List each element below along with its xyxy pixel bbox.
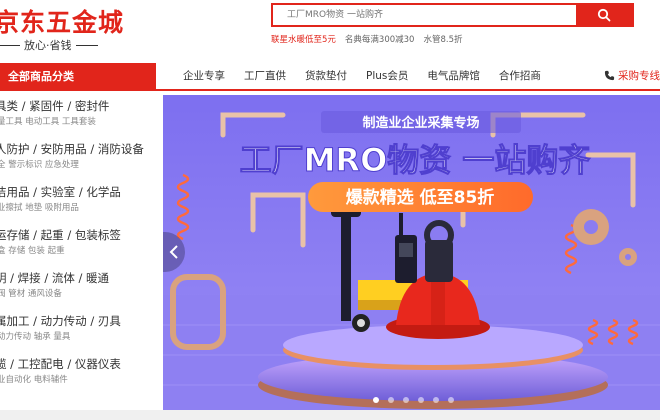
category-subitems[interactable]: 量工具 电动工具 工具套装	[0, 117, 156, 128]
category-title[interactable]: 人防护 / 安防用品 / 消防设备	[0, 142, 156, 157]
banner-subtitle: 制造业企业采集专场	[362, 115, 479, 131]
nav-item-payment-advance[interactable]: 货款垫付	[305, 68, 347, 83]
category-title[interactable]: 明 / 焊接 / 流体 / 暖通	[0, 271, 156, 286]
category-title[interactable]: 运存储 / 起重 / 包装标签	[0, 228, 156, 243]
category-item[interactable]: 运存储 / 起重 / 包装标签 盒 存储 包装 起重	[0, 220, 156, 263]
nav-item-enterprise[interactable]: 企业专享	[183, 68, 225, 83]
search-icon	[597, 8, 611, 22]
banner-dot[interactable]	[448, 397, 454, 403]
category-subitems[interactable]: 业自动化 电料辅件	[0, 375, 156, 386]
banner-dot[interactable]	[373, 397, 379, 403]
banner-headline: 工厂MRO物资 一站购齐	[240, 141, 591, 179]
nav-item-partnership[interactable]: 合作招商	[499, 68, 541, 83]
category-subitems[interactable]: 业擦拭 地垫 吸附用品	[0, 203, 156, 214]
category-item[interactable]: 明 / 焊接 / 流体 / 暖通 阀 管材 通风设备	[0, 263, 156, 306]
slogan-line-right	[75, 44, 98, 46]
hot-word-link[interactable]: 水管8.5折	[423, 33, 462, 45]
chevron-left-icon	[169, 245, 178, 259]
category-subitems[interactable]: 盒 存储 包装 起重	[0, 246, 156, 257]
banner-pagination	[373, 397, 454, 403]
banner-promo: 爆款精选 低至85折	[346, 187, 495, 208]
promo-banner[interactable]: 制造业企业采集专场 工厂MRO物资 一站购齐 爆款精选 低至85折	[163, 95, 660, 410]
nav-item-electrical-brands[interactable]: 电气品牌馆	[427, 68, 480, 83]
slogan-line-left	[0, 44, 20, 46]
nav-item-plus-member[interactable]: Plus会员	[366, 68, 408, 83]
hot-word-link[interactable]: 联星水暖低至5元	[271, 33, 336, 45]
category-item[interactable]: 人防护 / 安防用品 / 消防设备 全 警示标识 应急处理	[0, 134, 156, 177]
phone-icon	[604, 70, 615, 81]
category-title[interactable]: 属加工 / 动力传动 / 刃具	[0, 314, 156, 329]
purchase-hotline[interactable]: 采购专线	[604, 68, 660, 83]
banner-dot[interactable]	[388, 397, 394, 403]
slogan-text: 放心·省钱	[24, 39, 72, 52]
category-subitems[interactable]: 全 警示标识 应急处理	[0, 160, 156, 171]
banner-dot[interactable]	[418, 397, 424, 403]
category-item[interactable]: 属加工 / 动力传动 / 刃具 动力传动 轴承 量具	[0, 306, 156, 349]
category-title[interactable]: 具类 / 紧固件 / 密封件	[0, 99, 156, 114]
slogan: 放心·省钱	[0, 37, 98, 53]
category-item[interactable]: 具类 / 紧固件 / 密封件 量工具 电动工具 工具套装	[0, 91, 156, 134]
category-title[interactable]: 缆 / 工控配电 / 仪器仪表	[0, 357, 156, 372]
category-item[interactable]: 洁用品 / 实验室 / 化学品 业擦拭 地垫 吸附用品	[0, 177, 156, 220]
search-box	[271, 3, 634, 27]
main-nav: 企业专享 工厂直供 货款垫付 Plus会员 电气品牌馆 合作招商	[183, 68, 560, 83]
hot-words: 联星水暖低至5元 名典每满300减30 水管8.5折	[271, 33, 463, 45]
search-button[interactable]	[576, 5, 632, 25]
category-subitems[interactable]: 阀 管材 通风设备	[0, 289, 156, 300]
category-title[interactable]: 洁用品 / 实验室 / 化学品	[0, 185, 156, 200]
horizontal-scrollbar[interactable]	[0, 410, 660, 420]
banner-dot[interactable]	[433, 397, 439, 403]
nav-item-factory-direct[interactable]: 工厂直供	[244, 68, 286, 83]
banner-illustration: 制造业企业采集专场 工厂MRO物资 一站购齐 爆款精选 低至85折	[163, 95, 660, 410]
purchase-hotline-label: 采购专线	[618, 70, 660, 82]
category-sidebar: 具类 / 紧固件 / 密封件 量工具 电动工具 工具套装 人防护 / 安防用品 …	[0, 91, 156, 420]
site-logo[interactable]: 京东五金城	[0, 3, 124, 39]
hot-word-link[interactable]: 名典每满300减30	[345, 33, 415, 45]
search-input[interactable]	[273, 5, 576, 25]
banner-dot[interactable]	[403, 397, 409, 403]
category-subitems[interactable]: 动力传动 轴承 量具	[0, 332, 156, 343]
all-categories-header[interactable]: 全部商品分类	[0, 63, 156, 91]
category-item[interactable]: 缆 / 工控配电 / 仪器仪表 业自动化 电料辅件	[0, 349, 156, 392]
